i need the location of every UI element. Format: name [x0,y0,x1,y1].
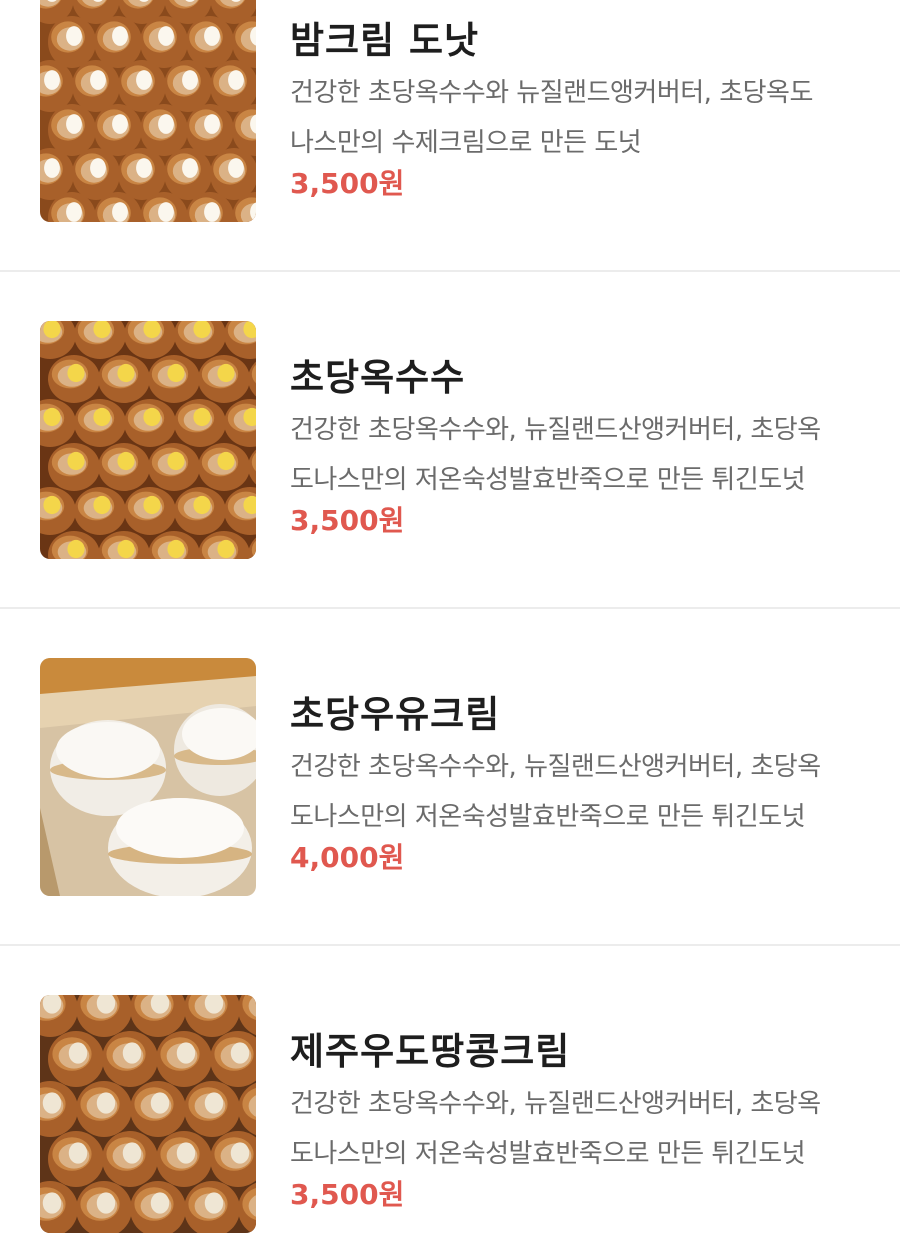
menu-item-price: 3,500원 [290,167,405,200]
description-line: 도나스만의 저온숙성발효반죽으로 만든 튀긴도넛 [290,802,806,832]
peanut-cream-donut-photo[interactable] [40,995,256,1233]
corn-cream-donut-photo[interactable] [40,321,256,559]
description-line: 도나스만의 저온숙성발효반죽으로 만든 튀긴도넛 [290,465,806,495]
menu-item-milk-cream[interactable]: 초당우유크림 건강한 초당옥수수와, 뉴질랜드산앵커버터, 초당옥 도나스만의 … [0,576,900,912]
milk-cream-donut-photo[interactable] [40,658,256,896]
menu-item-description: 건강한 초당옥수수와, 뉴질랜드산앵커버터, 초당옥 도나스만의 저온숙성발효반… [290,742,880,842]
menu-item-description: 건강한 초당옥수수와 뉴질랜드앵커버터, 초당옥도 나스만의 수제크림으로 만든… [290,68,880,168]
menu-item-price: 3,500원 [290,1178,405,1211]
menu-item-name: 제주우도땅콩크림 [290,1030,571,1073]
description-line: 건강한 초당옥수수와, 뉴질랜드산앵커버터, 초당옥 [290,415,821,445]
menu-item-price: 4,000원 [290,841,405,874]
menu-item-bam-cream[interactable]: 밤크림 도낫 건강한 초당옥수수와 뉴질랜드앵커버터, 초당옥도 나스만의 수제… [0,0,900,238]
menu-item-name: 초당우유크림 [290,693,501,736]
description-line: 건강한 초당옥수수와 뉴질랜드앵커버터, 초당옥도 [290,78,813,108]
menu-item-description: 건강한 초당옥수수와, 뉴질랜드산앵커버터, 초당옥 도나스만의 저온숙성발효반… [290,1079,880,1179]
menu-item-name: 밤크림 도낫 [290,19,480,62]
menu-item-price: 3,500원 [290,504,405,537]
cream-donut-photo[interactable] [40,0,256,222]
description-line: 건강한 초당옥수수와, 뉴질랜드산앵커버터, 초당옥 [290,752,821,782]
menu-item-corn[interactable]: 초당옥수수 건강한 초당옥수수와, 뉴질랜드산앵커버터, 초당옥 도나스만의 저… [0,239,900,575]
description-line: 나스만의 수제크림으로 만든 도넛 [290,128,642,158]
menu-item-peanut-cream[interactable]: 제주우도땅콩크림 건강한 초당옥수수와, 뉴질랜드산앵커버터, 초당옥 도나스만… [0,913,900,1249]
menu-item-name: 초당옥수수 [290,356,466,399]
menu-list: 밤크림 도낫 건강한 초당옥수수와 뉴질랜드앵커버터, 초당옥도 나스만의 수제… [0,0,900,1234]
description-line: 도나스만의 저온숙성발효반죽으로 만든 튀긴도넛 [290,1139,806,1169]
menu-item-description: 건강한 초당옥수수와, 뉴질랜드산앵커버터, 초당옥 도나스만의 저온숙성발효반… [290,405,880,505]
description-line: 건강한 초당옥수수와, 뉴질랜드산앵커버터, 초당옥 [290,1089,821,1119]
